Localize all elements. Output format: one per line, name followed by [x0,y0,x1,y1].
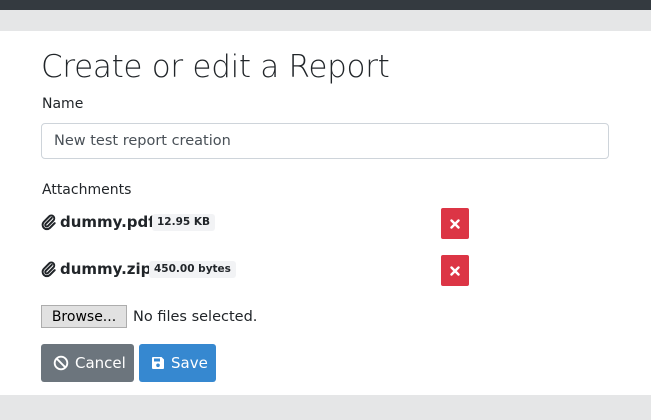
attachments-label: Attachments [42,182,132,198]
ban-icon [53,355,69,371]
save-button-label: Save [171,354,208,372]
attachment-size-badge: 12.95 KB [152,214,216,231]
attachment-item: dummy.zip 450.00 bytes [41,255,471,287]
name-input[interactable] [41,123,609,159]
top-navbar [0,0,651,10]
cancel-button[interactable]: Cancel [41,344,134,382]
attachment-size-badge: 450.00 bytes [149,261,236,278]
attachment-file-name[interactable]: dummy.zip [60,259,151,279]
cancel-button-label: Cancel [75,354,126,372]
paperclip-icon [41,261,56,278]
save-button[interactable]: Save [139,344,216,382]
file-input: Browse... No files selected. [41,305,441,329]
floppy-disk-icon [151,356,165,370]
times-icon [450,265,460,276]
name-label: Name [42,96,84,112]
attachment-file-name[interactable]: dummy.pdf [60,212,155,232]
browse-button[interactable]: Browse... [41,305,127,328]
attachment-item: dummy.pdf 12.95 KB [41,208,471,240]
paperclip-icon [41,214,56,231]
remove-attachment-button[interactable] [441,255,469,286]
remove-attachment-button[interactable] [441,208,469,239]
times-icon [450,218,460,229]
page-title: Create or edit a Report [41,49,390,85]
file-input-status: No files selected. [133,309,258,325]
report-form-card: Create or edit a Report Name Attachments… [0,31,651,395]
